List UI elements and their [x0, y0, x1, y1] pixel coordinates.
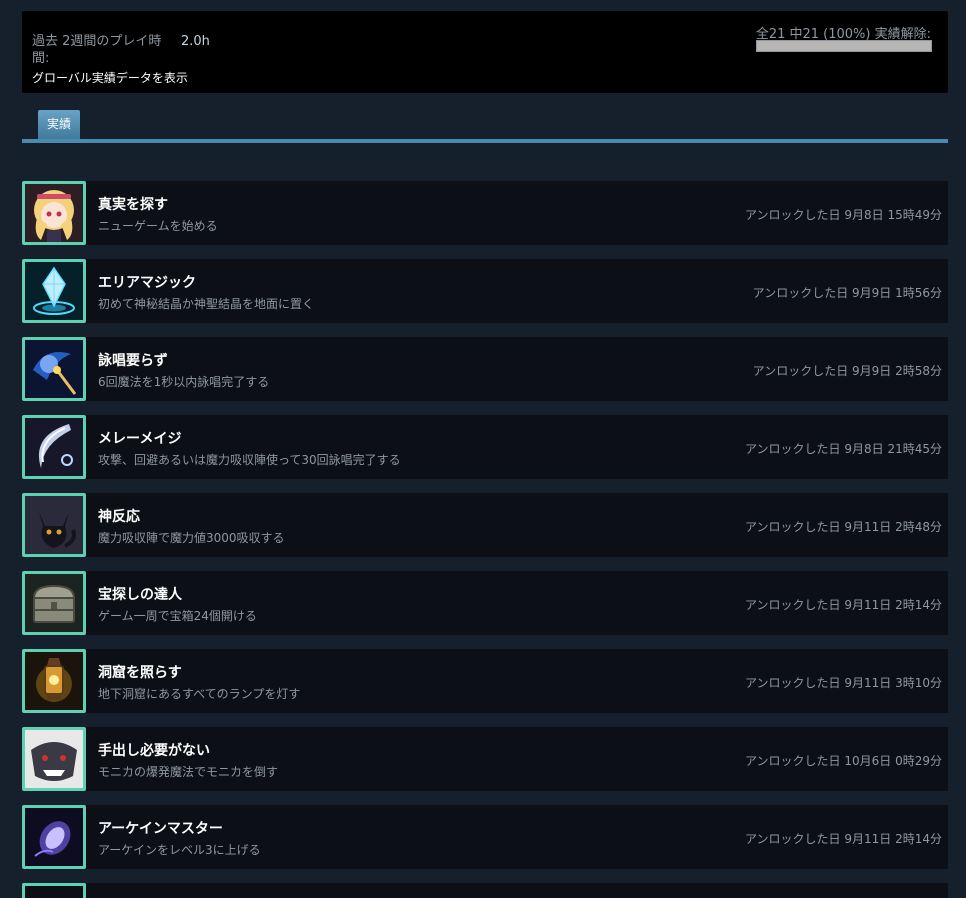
tab-achievements[interactable]: 実績	[38, 110, 81, 139]
achievement-unlock-time: アンロックした日 9月9日 1時56分	[752, 286, 942, 300]
blonde-girl-icon	[22, 181, 86, 245]
achievement-title: 洞窟を照らす	[98, 665, 182, 681]
achievement-row: 洞窟を照らす 地下洞窟にあるすべてのランプを灯す アンロックした日 9月11日 …	[22, 649, 948, 713]
achievement-list: 真実を探す ニューゲームを始める アンロックした日 9月8日 15時49分 エリ…	[22, 181, 948, 883]
achievement-description: 攻撃、回避あるいは魔力吸収陣使って30回詠唱完了する	[98, 453, 401, 467]
achievement-description: 魔力吸収陣で魔力値3000吸収する	[98, 531, 285, 545]
achievement-row: 宝探しの達人 ゲーム一周で宝箱24個開ける アンロックした日 9月11日 2時1…	[22, 571, 948, 635]
achievement-row: 神反応 魔力吸収陣で魔力値3000吸収する アンロックした日 9月11日 2時4…	[22, 493, 948, 557]
achievement-unlock-time: アンロックした日 9月11日 2時48分	[745, 520, 942, 534]
beast-icon	[22, 727, 86, 791]
arcane-orb-icon	[22, 805, 86, 869]
achievement-description: アーケインをレベル3に上げる	[98, 843, 261, 857]
achievements-page: 過去 2週間のプレイ時間: 2.0h グローバル実績データを表示 全21 中21…	[0, 0, 966, 898]
achievement-title: 手出し必要がない	[98, 743, 210, 759]
achievement-row: エリアマジック 初めて神秘結晶か神聖結晶を地面に置く アンロックした日 9月9日…	[22, 259, 948, 323]
achievement-row: 詠唱要らず 6回魔法を1秒以内詠唱完了する アンロックした日 9月9日 2時58…	[22, 337, 948, 401]
lantern-icon	[22, 649, 86, 713]
achievement-description: 初めて神秘結晶か神聖結晶を地面に置く	[98, 297, 315, 311]
achievement-title: メレーメイジ	[98, 431, 182, 447]
achievement-progress-bar	[756, 40, 932, 52]
stats-header: 過去 2週間のプレイ時間: 2.0h グローバル実績データを表示 全21 中21…	[22, 11, 948, 93]
achievement-title: 真実を探す	[98, 197, 168, 213]
achievement-progress-fill	[757, 41, 931, 51]
achievement-row: アーケインマスター アーケインをレベル3に上げる アンロックした日 9月11日 …	[22, 805, 948, 869]
achievement-icon	[22, 883, 86, 898]
achievement-unlock-time: アンロックした日 10月6日 0時29分	[745, 754, 942, 768]
crystal-icon	[22, 259, 86, 323]
tab-bar: 実績	[22, 108, 948, 143]
achievement-title: 宝探しの達人	[98, 587, 182, 603]
achievement-unlock-time: アンロックした日 9月11日 3時10分	[745, 676, 942, 690]
achievement-unlock-time: アンロックした日 9月11日 2時14分	[745, 832, 942, 846]
achievement-title: アーケインマスター	[98, 821, 223, 837]
playtime-label: 過去 2週間のプレイ時間:	[32, 34, 162, 66]
achievement-title: 神反応	[98, 509, 140, 525]
achievement-description: 地下洞窟にあるすべてのランプを灯す	[98, 687, 301, 701]
achievement-unlock-time: アンロックした日 9月9日 2時58分	[752, 364, 942, 378]
treasure-chest-icon	[22, 571, 86, 635]
black-cat-icon	[22, 493, 86, 557]
achievement-description: モニカの爆発魔法でモニカを倒す	[98, 765, 279, 779]
playtime-value: 2.0h	[181, 34, 210, 49]
achievement-description: 6回魔法を1秒以内詠唱完了する	[98, 375, 270, 389]
global-stats-link[interactable]: グローバル実績データを表示	[32, 69, 188, 86]
achievement-row: 真実を探す ニューゲームを始める アンロックした日 9月8日 15時49分	[22, 181, 948, 245]
achievement-row: メレーメイジ 攻撃、回避あるいは魔力吸収陣使って30回詠唱完了する アンロックし…	[22, 415, 948, 479]
achievement-title: 詠唱要らず	[98, 353, 168, 369]
achievement-row: 手出し必要がない モニカの爆発魔法でモニカを倒す アンロックした日 10月6日 …	[22, 727, 948, 791]
achievement-description: ゲーム一周で宝箱24個開ける	[98, 609, 257, 623]
achievement-description: ニューゲームを始める	[98, 219, 218, 233]
slash-icon	[22, 415, 86, 479]
achievement-title: エリアマジック	[98, 275, 196, 291]
achievement-row-partial	[22, 883, 948, 898]
tab-underline	[22, 139, 948, 143]
achievement-unlock-time: アンロックした日 9月8日 21時45分	[745, 442, 942, 456]
achievement-unlock-time: アンロックした日 9月11日 2時14分	[745, 598, 942, 612]
magic-staff-icon	[22, 337, 86, 401]
achievement-unlock-time: アンロックした日 9月8日 15時49分	[745, 208, 942, 222]
